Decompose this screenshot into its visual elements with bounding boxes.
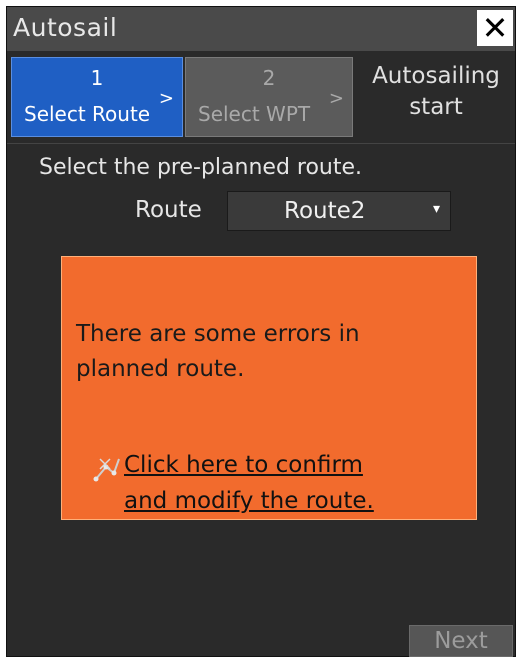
- step3-line1: Autosailing: [372, 63, 500, 89]
- route-edit-icon: [93, 458, 120, 482]
- divider: [7, 143, 515, 144]
- confirm-route-link[interactable]: Click here to confirm and modify the rou…: [124, 447, 374, 519]
- chevron-right-icon: >: [328, 88, 344, 109]
- link-line1: Click here to confirm: [124, 452, 363, 478]
- step-label: Select WPT: [198, 102, 311, 126]
- error-message: There are some errors in planned route.: [76, 317, 456, 387]
- close-icon: ✕: [481, 9, 509, 47]
- instruction-text: Select the pre-planned route.: [39, 155, 363, 180]
- close-button[interactable]: ✕: [477, 10, 513, 46]
- autosail-dialog: Autosail ✕ 1 Select Route > 2 Select WPT…: [6, 6, 516, 657]
- next-button[interactable]: Next: [409, 625, 513, 657]
- route-dropdown[interactable]: Route2 ▾: [227, 191, 451, 231]
- dropdown-arrow-icon: ▾: [432, 201, 440, 217]
- title-bar: Autosail ✕: [7, 7, 515, 51]
- step-select-wpt[interactable]: 2 Select WPT >: [185, 57, 353, 137]
- route-label: Route: [135, 197, 202, 223]
- step-number: 1: [90, 66, 104, 90]
- error-line2: planned route.: [76, 356, 245, 382]
- error-line1: There are some errors in: [76, 321, 360, 347]
- step-label: Select Route: [24, 102, 151, 126]
- step3-line2: start: [409, 94, 463, 120]
- step-number: 2: [262, 66, 276, 90]
- error-panel: There are some errors in planned route. …: [61, 256, 477, 520]
- step-autosailing-start: Autosailing start: [357, 61, 515, 123]
- dialog-title: Autosail: [13, 13, 118, 42]
- link-line2: and modify the route.: [124, 488, 374, 514]
- chevron-right-icon: >: [158, 88, 174, 109]
- step-select-route[interactable]: 1 Select Route >: [11, 57, 183, 137]
- route-selected-value: Route2: [284, 198, 366, 224]
